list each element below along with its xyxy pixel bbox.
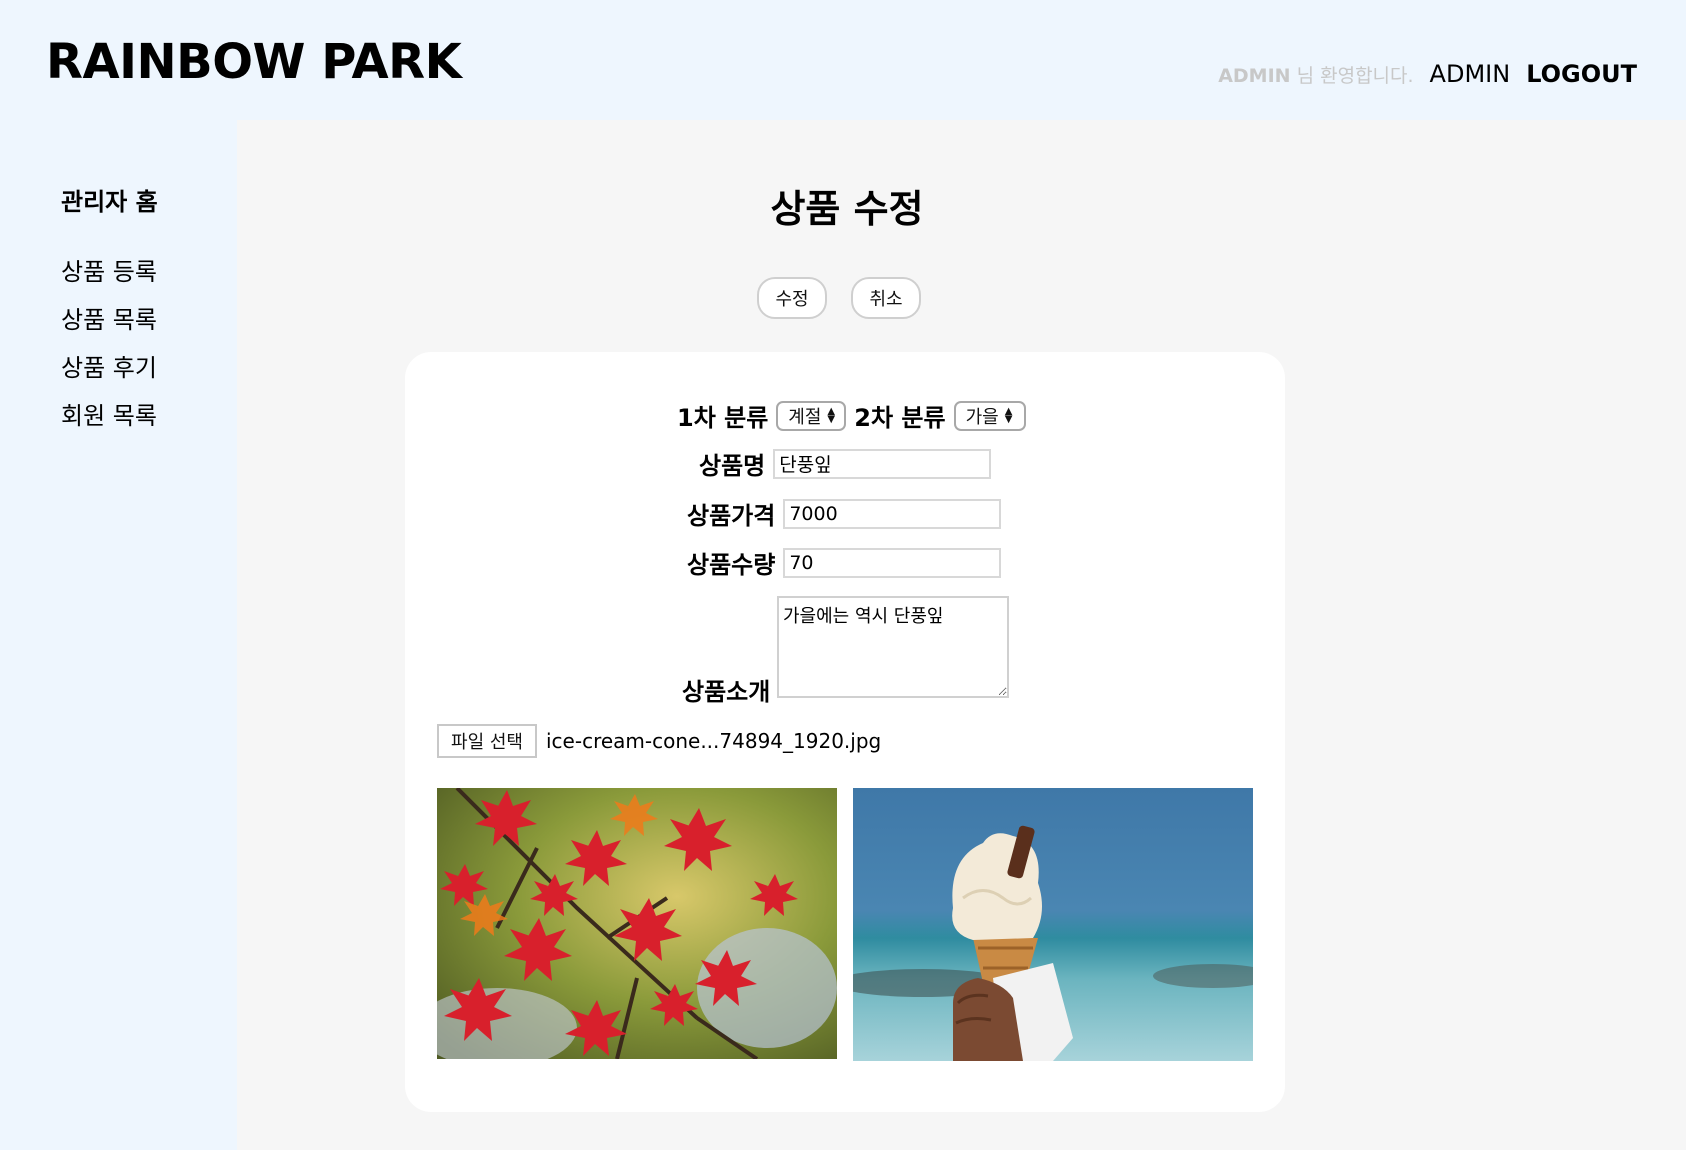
- sidebar: 관리자 홈 상품 등록 상품 목록 상품 후기 회원 목록: [0, 120, 237, 1150]
- file-row: 파일 선택 ice-cream-cone...74894_1920.jpg: [437, 724, 881, 758]
- category1-select[interactable]: 계절 ▲ ▼: [776, 400, 847, 431]
- quantity-row: 상품수량: [687, 545, 1002, 580]
- ice-cream-picture: [853, 788, 1253, 1061]
- sidebar-item-product-register[interactable]: 상품 등록: [61, 252, 157, 300]
- admin-link[interactable]: ADMIN: [1430, 60, 1511, 88]
- file-name: ice-cream-cone...74894_1920.jpg: [546, 729, 882, 753]
- cancel-button[interactable]: 취소: [851, 277, 921, 319]
- sidebar-menu: 상품 등록 상품 목록 상품 후기 회원 목록: [61, 252, 157, 444]
- price-input[interactable]: [783, 498, 1002, 529]
- category1-value: 계절: [788, 406, 822, 428]
- sidebar-item-product-reviews[interactable]: 상품 후기: [61, 348, 157, 396]
- main-content: 상품 수정 수정 취소 1차 분류 계절 ▲ ▼ 2차 분류 가을 ▲ ▼ 상품명 …: [237, 120, 1686, 1150]
- price-label: 상품가격: [687, 502, 776, 530]
- welcome-suffix: 님 환영합니다.: [1290, 65, 1414, 87]
- name-row: 상품명: [699, 446, 992, 481]
- edit-button[interactable]: 수정: [757, 277, 827, 319]
- name-input[interactable]: [773, 448, 992, 479]
- name-label: 상품명: [699, 452, 766, 480]
- price-row: 상품가격: [687, 496, 1002, 531]
- sidebar-item-admin-home[interactable]: 관리자 홈: [61, 182, 158, 217]
- category2-label: 2차 분류: [854, 404, 946, 432]
- sidebar-item-member-list[interactable]: 회원 목록: [61, 396, 157, 444]
- logout-link[interactable]: LOGOUT: [1526, 60, 1637, 88]
- select-arrows-icon: ▲ ▼: [1004, 405, 1013, 425]
- description-textarea[interactable]: 가을에는 역시 단풍잎: [777, 596, 1009, 698]
- category-row: 1차 분류 계절 ▲ ▼ 2차 분류 가을 ▲ ▼: [677, 398, 1026, 433]
- description-label: 상품소개: [682, 678, 771, 706]
- category2-select[interactable]: 가을 ▲ ▼: [953, 400, 1026, 431]
- product-image-ice-cream: [853, 788, 1253, 1061]
- header: RAINBOW PARK ADMIN 님 환영합니다. ADMIN LOGOUT: [0, 0, 1686, 120]
- sidebar-item-product-list[interactable]: 상품 목록: [61, 300, 157, 348]
- select-arrows-icon: ▲ ▼: [827, 405, 836, 425]
- welcome-username: ADMIN: [1218, 65, 1291, 87]
- category1-label: 1차 분류: [677, 404, 769, 432]
- user-area: ADMIN 님 환영합니다. ADMIN LOGOUT: [1218, 60, 1637, 88]
- welcome-message: ADMIN 님 환영합니다.: [1218, 61, 1413, 88]
- page-title: 상품 수정: [770, 187, 924, 231]
- category2-value: 가을: [965, 406, 999, 428]
- product-edit-form: 1차 분류 계절 ▲▼ 2차 분류 가을 ▲▼ 상품명 상품가격 상품수량: [405, 352, 1285, 1112]
- action-buttons: 수정 취소: [757, 277, 921, 319]
- product-image-maple-leaves: [437, 788, 837, 1059]
- quantity-input[interactable]: [783, 547, 1002, 578]
- maple-leaves-picture: [437, 788, 837, 1059]
- quantity-label: 상품수량: [687, 551, 776, 579]
- file-select-button[interactable]: 파일 선택: [437, 724, 537, 758]
- site-logo[interactable]: RAINBOW PARK: [46, 34, 462, 90]
